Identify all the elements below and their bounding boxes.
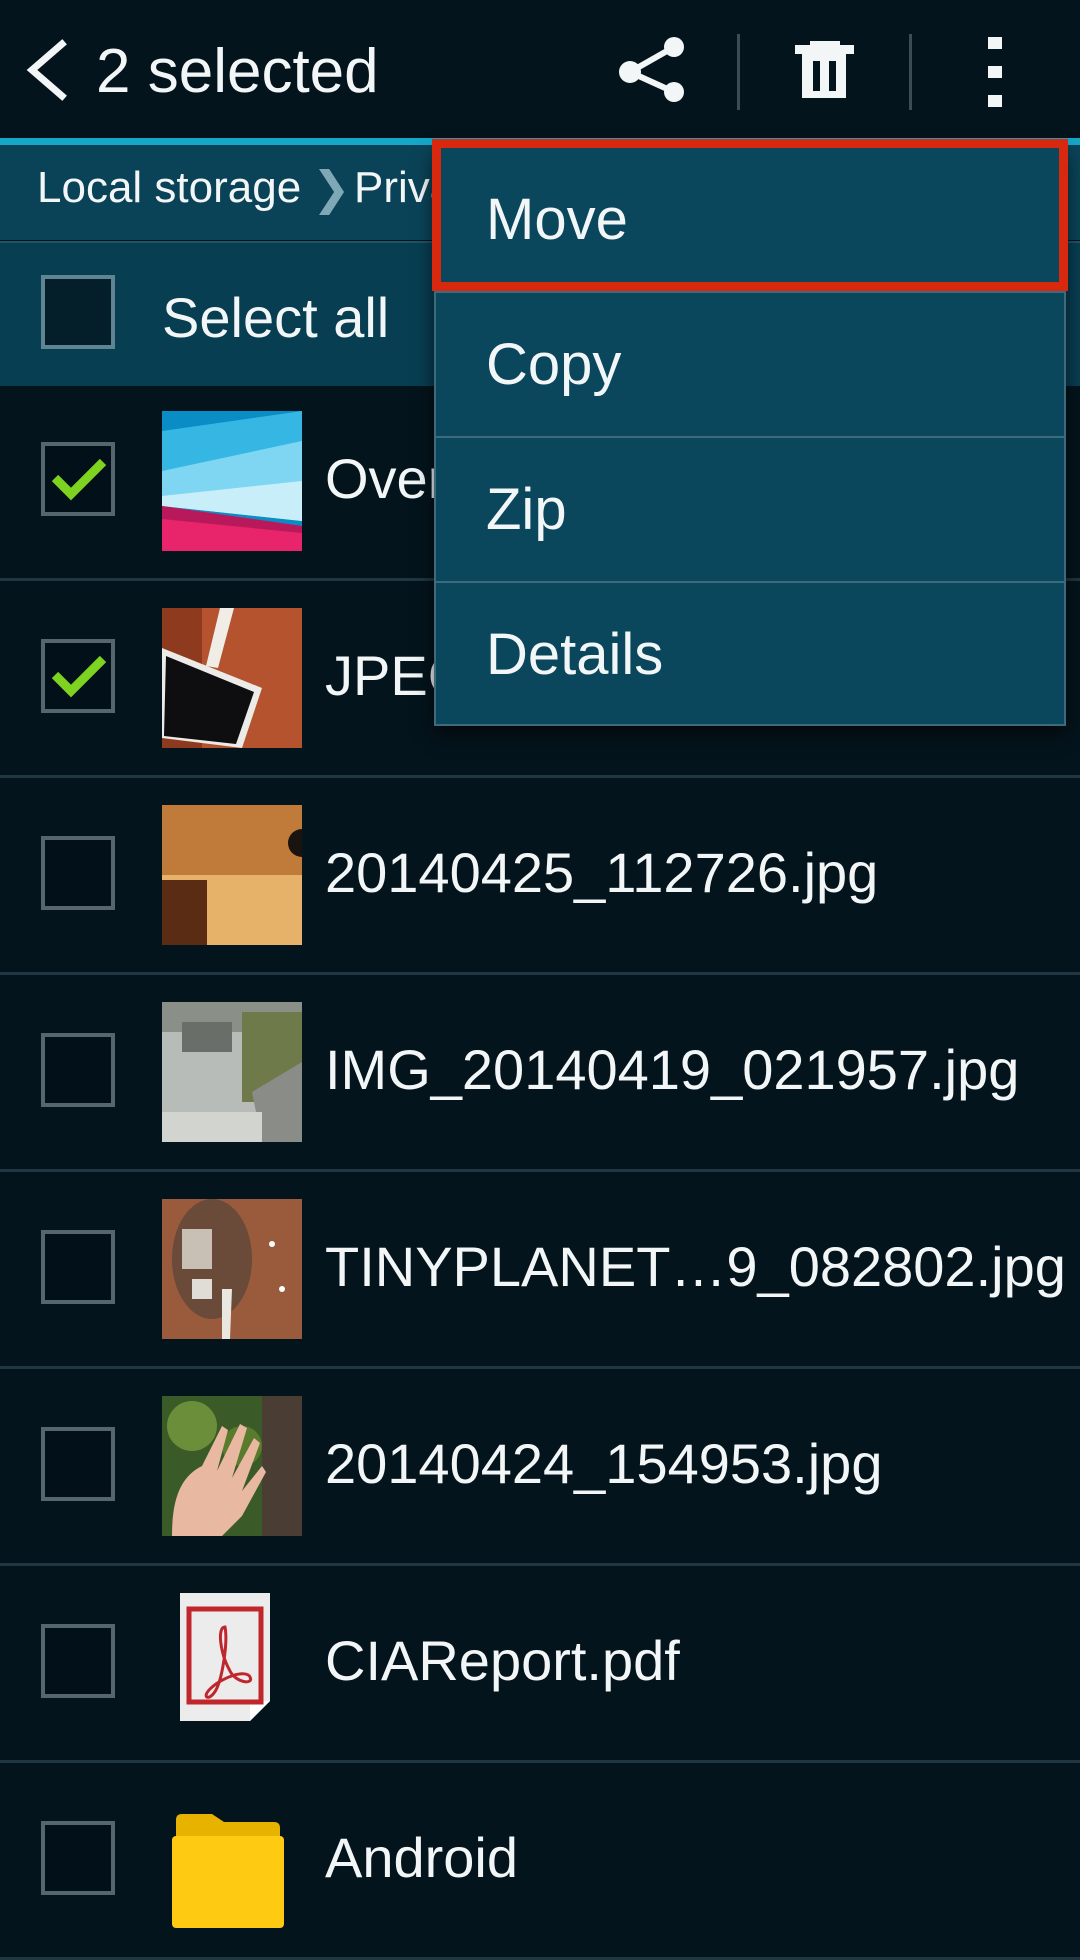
chevron-left-icon (26, 39, 67, 101)
file-name: CIAReport.pdf (325, 1629, 680, 1692)
file-row[interactable]: 20140425_112726.jpg (0, 778, 1080, 975)
menu-item-details[interactable]: Details (436, 583, 1064, 728)
more-options-button[interactable] (950, 30, 1040, 110)
file-row[interactable]: IMG_20140419_021957.jpg (0, 975, 1080, 1172)
file-checkbox[interactable] (41, 1427, 115, 1501)
breadcrumb-item-local-storage[interactable]: Local storage (37, 163, 301, 213)
file-checkbox[interactable] (41, 1033, 115, 1107)
toolbar-divider (909, 34, 912, 110)
share-icon (619, 37, 684, 102)
menu-item-zip[interactable]: Zip (436, 438, 1064, 583)
file-name: 20140425_112726.jpg (325, 841, 879, 904)
file-name: Over (325, 447, 447, 510)
file-checkbox[interactable] (41, 836, 115, 910)
file-name: Android (325, 1826, 519, 1889)
share-button[interactable] (608, 30, 698, 110)
toolbar-divider (737, 34, 740, 110)
checkmark-icon (51, 655, 107, 698)
image-thumbnail (162, 1199, 302, 1339)
image-thumbnail (162, 608, 302, 748)
file-row[interactable]: CIAReport.pdf (0, 1566, 1080, 1763)
selection-count-title: 2 selected (96, 37, 379, 106)
menu-item-label: Copy (486, 332, 622, 397)
menu-item-copy[interactable]: Copy (436, 293, 1064, 438)
folder-icon (162, 1790, 302, 1930)
file-checkbox[interactable] (41, 1230, 115, 1304)
menu-item-move[interactable]: Move (436, 148, 1064, 293)
file-name: TINYPLANET…9_082802.jpg (325, 1235, 1066, 1298)
menu-item-label: Zip (486, 477, 567, 542)
breadcrumb-separator-icon: ❯ (312, 162, 351, 214)
delete-button[interactable] (778, 30, 868, 110)
pdf-file-icon (162, 1593, 302, 1733)
file-name: 20140424_154953.jpg (325, 1432, 883, 1495)
select-all-checkbox[interactable] (41, 275, 115, 349)
accent-divider (0, 138, 1080, 145)
file-checkbox[interactable] (41, 639, 115, 713)
image-thumbnail (162, 805, 302, 945)
file-checkbox[interactable] (41, 1624, 115, 1698)
file-checkbox[interactable] (41, 442, 115, 516)
more-vertical-icon (988, 37, 1002, 107)
menu-item-label: Move (486, 187, 628, 252)
trash-icon (795, 41, 854, 98)
file-row[interactable]: 20140424_154953.jpg (0, 1369, 1080, 1566)
select-all-label: Select all (162, 286, 390, 349)
file-checkbox[interactable] (41, 1821, 115, 1895)
action-bar: 2 selected (0, 0, 1080, 140)
menu-item-label: Details (486, 622, 664, 687)
file-name: IMG_20140419_021957.jpg (325, 1038, 1020, 1101)
file-row[interactable]: Android (0, 1763, 1080, 1960)
image-thumbnail (162, 1002, 302, 1142)
image-thumbnail (162, 1396, 302, 1536)
checkmark-icon (51, 458, 107, 501)
back-button[interactable] (18, 30, 78, 110)
context-menu: Move Copy Zip Details (434, 146, 1066, 726)
file-row[interactable]: TINYPLANET…9_082802.jpg (0, 1172, 1080, 1369)
image-thumbnail (162, 411, 302, 551)
